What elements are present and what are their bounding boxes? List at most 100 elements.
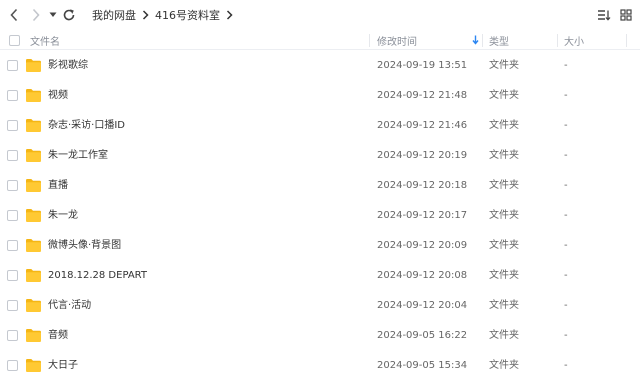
- column-header-size[interactable]: 大小: [564, 30, 584, 50]
- file-type: 文件夹: [489, 90, 519, 101]
- file-type: 文件夹: [489, 360, 519, 371]
- file-modified-time: 2024-09-05 15:34: [377, 360, 468, 371]
- select-all-cell: [9, 30, 20, 50]
- row-checkbox[interactable]: [7, 210, 18, 221]
- file-type: 文件夹: [489, 270, 519, 281]
- file-name[interactable]: 直播: [48, 171, 68, 201]
- file-type: 文件夹: [489, 60, 519, 71]
- breadcrumb-item-root[interactable]: 我的网盘: [92, 7, 136, 23]
- file-name[interactable]: 音频: [48, 321, 68, 351]
- file-type: 文件夹: [489, 180, 519, 191]
- refresh-icon: [63, 9, 75, 21]
- row-checkbox[interactable]: [7, 300, 18, 311]
- file-modified-time: 2024-09-12 20:08: [377, 270, 468, 281]
- column-header-modified[interactable]: 修改时间: [377, 30, 417, 50]
- file-size: -: [564, 150, 568, 161]
- list-item[interactable]: 直播 2024-09-12 20:18 文件夹 -: [0, 171, 640, 201]
- column-divider[interactable]: [626, 34, 627, 47]
- file-name[interactable]: 视频: [48, 81, 68, 111]
- sort-options-button[interactable]: [595, 6, 613, 24]
- row-checkbox[interactable]: [7, 330, 18, 341]
- file-list-header: 文件名 修改时间 类型 大小: [0, 30, 640, 50]
- row-checkbox[interactable]: [7, 120, 18, 131]
- file-size: -: [564, 90, 568, 101]
- column-divider[interactable]: [482, 34, 483, 47]
- file-size: -: [564, 120, 568, 131]
- select-all-checkbox[interactable]: [9, 34, 20, 46]
- file-size: -: [564, 240, 568, 251]
- file-size: -: [564, 270, 568, 281]
- file-modified-time: 2024-09-12 21:46: [377, 120, 468, 131]
- file-type: 文件夹: [489, 210, 519, 221]
- file-name[interactable]: 朱一龙: [48, 201, 78, 231]
- file-modified-time: 2024-09-19 13:51: [377, 60, 468, 71]
- list-item[interactable]: 影视歌综 2024-09-19 13:51 文件夹 -: [0, 51, 640, 81]
- file-modified-time: 2024-09-12 20:19: [377, 150, 468, 161]
- column-divider[interactable]: [369, 34, 370, 47]
- chevron-left-icon: [10, 8, 18, 22]
- row-checkbox[interactable]: [7, 240, 18, 251]
- row-checkbox[interactable]: [7, 90, 18, 101]
- forward-button[interactable]: [27, 6, 45, 24]
- file-size: -: [564, 330, 568, 341]
- grid-view-button[interactable]: [617, 6, 635, 24]
- file-size: -: [564, 360, 568, 371]
- file-size: -: [564, 300, 568, 311]
- file-name[interactable]: 朱一龙工作室: [48, 141, 108, 171]
- file-modified-time: 2024-09-12 20:04: [377, 300, 468, 311]
- caret-down-icon: [49, 12, 57, 17]
- folder-icon: [26, 359, 41, 372]
- list-item[interactable]: 代言·活动 2024-09-12 20:04 文件夹 -: [0, 291, 640, 321]
- column-divider[interactable]: [557, 34, 558, 47]
- file-type: 文件夹: [489, 150, 519, 161]
- list-item[interactable]: 朱一龙 2024-09-12 20:17 文件夹 -: [0, 201, 640, 231]
- row-checkbox[interactable]: [7, 60, 18, 71]
- list-item[interactable]: 音频 2024-09-05 16:22 文件夹 -: [0, 321, 640, 351]
- grid-view-icon: [620, 9, 632, 21]
- file-type: 文件夹: [489, 300, 519, 311]
- list-item[interactable]: 视频 2024-09-12 21:48 文件夹 -: [0, 81, 640, 111]
- list-item[interactable]: 朱一龙工作室 2024-09-12 20:19 文件夹 -: [0, 141, 640, 171]
- file-name[interactable]: 微博头像·背景图: [48, 231, 121, 261]
- history-dropdown-button[interactable]: [46, 6, 60, 24]
- file-name[interactable]: 代言·活动: [48, 291, 91, 321]
- row-checkbox[interactable]: [7, 360, 18, 371]
- file-name[interactable]: 杂志·采访·口播ID: [48, 111, 125, 141]
- folder-icon: [26, 59, 41, 72]
- file-type: 文件夹: [489, 240, 519, 251]
- list-item[interactable]: 微博头像·背景图 2024-09-12 20:09 文件夹 -: [0, 231, 640, 261]
- file-name[interactable]: 大日子: [48, 351, 78, 381]
- folder-icon: [26, 239, 41, 252]
- folder-icon: [26, 119, 41, 132]
- folder-icon: [26, 269, 41, 282]
- file-modified-time: 2024-09-12 21:48: [377, 90, 468, 101]
- breadcrumb-item-current[interactable]: 416号资料室: [155, 7, 220, 23]
- file-size: -: [564, 210, 568, 221]
- file-name[interactable]: 2018.12.28 DEPART: [48, 261, 147, 291]
- column-header-type[interactable]: 类型: [489, 30, 509, 50]
- sort-arrow-down-icon[interactable]: [472, 30, 479, 50]
- file-modified-time: 2024-09-05 16:22: [377, 330, 468, 341]
- column-header-name[interactable]: 文件名: [30, 30, 60, 50]
- file-size: -: [564, 180, 568, 191]
- chevron-right-icon[interactable]: [226, 10, 233, 20]
- refresh-button[interactable]: [60, 6, 78, 24]
- folder-icon: [26, 149, 41, 162]
- breadcrumb: 我的网盘 416号资料室: [92, 7, 239, 23]
- list-item[interactable]: 2018.12.28 DEPART 2024-09-12 20:08 文件夹 -: [0, 261, 640, 291]
- list-item[interactable]: 大日子 2024-09-05 15:34 文件夹 -: [0, 351, 640, 381]
- folder-icon: [26, 89, 41, 102]
- row-checkbox[interactable]: [7, 150, 18, 161]
- file-name[interactable]: 影视歌综: [48, 51, 88, 81]
- list-item[interactable]: 杂志·采访·口播ID 2024-09-12 21:46 文件夹 -: [0, 111, 640, 141]
- file-modified-time: 2024-09-12 20:09: [377, 240, 468, 251]
- file-modified-time: 2024-09-12 20:18: [377, 180, 468, 191]
- row-checkbox[interactable]: [7, 180, 18, 191]
- folder-icon: [26, 179, 41, 192]
- back-button[interactable]: [5, 6, 23, 24]
- row-checkbox[interactable]: [7, 270, 18, 281]
- folder-icon: [26, 299, 41, 312]
- chevron-right-icon: [142, 10, 149, 20]
- file-modified-time: 2024-09-12 20:17: [377, 210, 468, 221]
- sort-list-icon: [598, 10, 611, 21]
